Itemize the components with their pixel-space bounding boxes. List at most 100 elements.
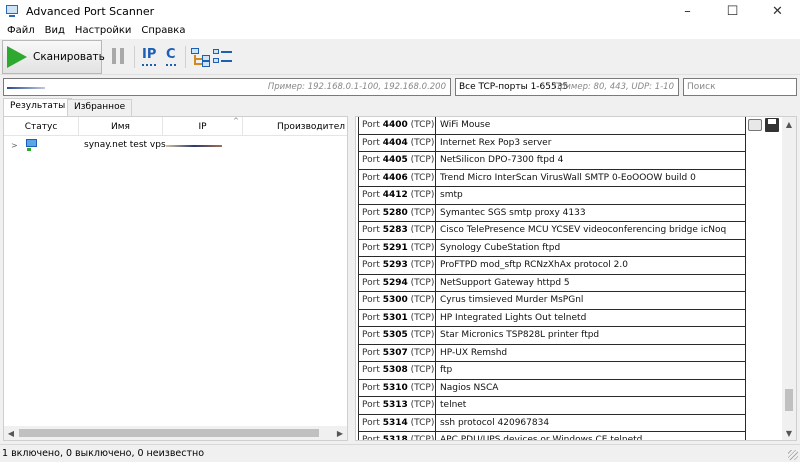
column-ip[interactable]: IP bbox=[163, 117, 243, 136]
status-bar: 1 включено, 0 выключено, 0 неизвестно bbox=[0, 444, 800, 462]
scan-button[interactable]: Сканировать bbox=[2, 40, 105, 74]
port-cell: Port 5313 (TCP) bbox=[358, 397, 436, 414]
export-tools bbox=[748, 117, 782, 135]
horizontal-scrollbar[interactable]: ◀ ▶ bbox=[4, 426, 347, 440]
port-cell: Port 5314 (TCP) bbox=[358, 414, 436, 432]
scroll-thumb[interactable] bbox=[19, 429, 319, 437]
tab-results[interactable]: Результаты bbox=[3, 98, 73, 116]
port-row[interactable]: Port 4405 (TCP) NetSilicon DPO-7300 ftpd … bbox=[358, 152, 746, 170]
ip-range-icon[interactable]: IP bbox=[142, 47, 157, 67]
scroll-down-icon[interactable]: ▼ bbox=[782, 426, 796, 440]
resize-grip-icon[interactable] bbox=[788, 450, 798, 460]
service-cell: Nagios NSCA bbox=[436, 379, 746, 397]
port-row[interactable]: Port 4400 (TCP) WiFi Mouse bbox=[358, 117, 746, 135]
minimize-button[interactable]: – bbox=[665, 0, 710, 22]
menu-bar: Файл Вид Настройки Справка bbox=[0, 22, 800, 39]
toolbar-separator bbox=[185, 46, 186, 68]
port-cell: Port 5301 (TCP) bbox=[358, 309, 436, 327]
port-row[interactable]: Port 5318 (TCP) APC PDU/UPS devices or Wi… bbox=[358, 432, 746, 440]
port-cell: Port 4404 (TCP) bbox=[358, 134, 436, 152]
port-row[interactable]: Port 4404 (TCP) Internet Rex Pop3 server bbox=[358, 134, 746, 152]
port-cell: Port 4400 (TCP) bbox=[358, 117, 436, 134]
service-cell: Symantec SGS smtp proxy 4133 bbox=[436, 204, 746, 222]
scroll-thumb[interactable] bbox=[785, 389, 793, 411]
play-icon bbox=[7, 46, 27, 68]
menu-file[interactable]: Файл bbox=[2, 25, 40, 36]
print-icon[interactable] bbox=[748, 119, 762, 131]
pause-icon[interactable] bbox=[111, 48, 125, 64]
port-cell: Port 5293 (TCP) bbox=[358, 257, 436, 274]
port-row[interactable]: Port 5294 (TCP) NetSupport Gateway httpd … bbox=[358, 274, 746, 292]
port-row[interactable]: Port 5314 (TCP) ssh protocol 420967834 bbox=[358, 414, 746, 432]
ip-range-hint: Пример: 192.168.0.1-100, 192.168.0.200 bbox=[267, 82, 446, 92]
port-row[interactable]: Port 5291 (TCP) Synology CubeStation ftpd bbox=[358, 239, 746, 257]
port-row[interactable]: Port 5308 (TCP) ftp bbox=[358, 362, 746, 380]
details-list-icon[interactable] bbox=[213, 46, 233, 68]
vertical-scrollbar[interactable]: ▲ ▼ bbox=[782, 117, 796, 440]
service-cell: HP-UX Remshd bbox=[436, 344, 746, 362]
tab-favorites[interactable]: Избранное bbox=[67, 99, 133, 116]
port-cell: Port 5300 (TCP) bbox=[358, 292, 436, 309]
service-cell: ProFTPD mod_sftp RCNzXhAx protocol 2.0 bbox=[436, 257, 746, 274]
service-cell: APC PDU/UPS devices or Windows CE telnet… bbox=[436, 432, 746, 440]
port-row[interactable]: Port 5305 (TCP) Star Micronics TSP828L pr… bbox=[358, 327, 746, 345]
column-vendor[interactable]: Производител bbox=[243, 117, 347, 136]
port-row[interactable]: Port 5313 (TCP) telnet bbox=[358, 397, 746, 415]
column-status[interactable]: Статус bbox=[4, 117, 79, 136]
port-row[interactable]: Port 5307 (TCP) HP-UX Remshd bbox=[358, 344, 746, 362]
service-cell: smtp bbox=[436, 187, 746, 204]
port-row[interactable]: Port 4406 (TCP) Trend Micro InterScan Vir… bbox=[358, 169, 746, 187]
network-tree-icon[interactable] bbox=[191, 46, 211, 68]
port-row[interactable]: Port 5301 (TCP) HP Integrated Lights Out … bbox=[358, 309, 746, 327]
service-cell: NetSupport Gateway httpd 5 bbox=[436, 274, 746, 292]
service-cell: Trend Micro InterScan VirusWall SMTP 0-E… bbox=[436, 169, 746, 187]
menu-view[interactable]: Вид bbox=[40, 25, 70, 36]
port-row[interactable]: Port 5293 (TCP) ProFTPD mod_sftp RCNzXhAx… bbox=[358, 257, 746, 275]
service-cell: telnet bbox=[436, 397, 746, 414]
ports-input[interactable]: Все TCP-порты 1-65535 Пример: 80, 443, U… bbox=[455, 78, 679, 96]
host-row[interactable]: > synay.net test vps... bbox=[4, 138, 347, 154]
window-title: Advanced Port Scanner bbox=[26, 4, 155, 18]
port-cell: Port 5305 (TCP) bbox=[358, 327, 436, 344]
results-panel: Статус Имя IP Производител ^ > synay.net… bbox=[3, 116, 348, 441]
service-cell: Cyrus timsieved Murder MsPGnl bbox=[436, 292, 746, 309]
menu-help[interactable]: Справка bbox=[136, 25, 190, 36]
close-button[interactable]: ✕ bbox=[755, 0, 800, 22]
port-cell: Port 5291 (TCP) bbox=[358, 239, 436, 257]
port-cell: Port 5307 (TCP) bbox=[358, 344, 436, 362]
save-icon[interactable] bbox=[765, 118, 779, 132]
port-cell: Port 5318 (TCP) bbox=[358, 432, 436, 440]
port-row[interactable]: Port 5280 (TCP) Symantec SGS smtp proxy 4… bbox=[358, 204, 746, 222]
search-input[interactable]: Поиск bbox=[683, 78, 797, 96]
service-cell: ftp bbox=[436, 362, 746, 379]
host-name: synay.net test vps... bbox=[84, 140, 175, 150]
port-row[interactable]: Port 5310 (TCP) Nagios NSCA bbox=[358, 379, 746, 397]
port-cell: Port 4405 (TCP) bbox=[358, 152, 436, 169]
status-text: 1 включено, 0 выключено, 0 неизвестно bbox=[2, 448, 205, 459]
maximize-button[interactable]: ☐ bbox=[710, 0, 755, 22]
input-bar: Пример: 192.168.0.1-100, 192.168.0.200 В… bbox=[0, 76, 800, 98]
port-cell: Port 4412 (TCP) bbox=[358, 187, 436, 204]
scroll-left-icon[interactable]: ◀ bbox=[4, 426, 18, 440]
menu-settings[interactable]: Настройки bbox=[70, 25, 136, 36]
port-cell: Port 5310 (TCP) bbox=[358, 379, 436, 397]
subnet-c-icon[interactable]: C bbox=[166, 47, 176, 67]
scroll-right-icon[interactable]: ▶ bbox=[333, 426, 347, 440]
port-row[interactable]: Port 5300 (TCP) Cyrus timsieved Murder Ms… bbox=[358, 292, 746, 310]
port-cell: Port 5280 (TCP) bbox=[358, 204, 436, 222]
toolbar: Сканировать IP C bbox=[0, 39, 800, 75]
title-bar: Advanced Port Scanner – ☐ ✕ bbox=[0, 0, 800, 22]
ip-range-input[interactable]: Пример: 192.168.0.1-100, 192.168.0.200 bbox=[3, 78, 451, 96]
service-cell: ssh protocol 420967834 bbox=[436, 414, 746, 432]
column-name[interactable]: Имя bbox=[79, 117, 163, 136]
port-cell: Port 4406 (TCP) bbox=[358, 169, 436, 187]
ip-range-value bbox=[7, 87, 45, 89]
service-cell: Star Micronics TSP828L printer ftpd bbox=[436, 327, 746, 344]
port-row[interactable]: Port 4412 (TCP) smtp bbox=[358, 187, 746, 205]
expand-chevron-icon[interactable]: > bbox=[11, 141, 18, 150]
port-row[interactable]: Port 5283 (TCP) Cisco TelePresence MCU YC… bbox=[358, 222, 746, 240]
scroll-up-icon[interactable]: ▲ bbox=[782, 117, 796, 131]
service-cell: Synology CubeStation ftpd bbox=[436, 239, 746, 257]
port-cell: Port 5283 (TCP) bbox=[358, 222, 436, 239]
toolbar-separator bbox=[134, 46, 135, 68]
